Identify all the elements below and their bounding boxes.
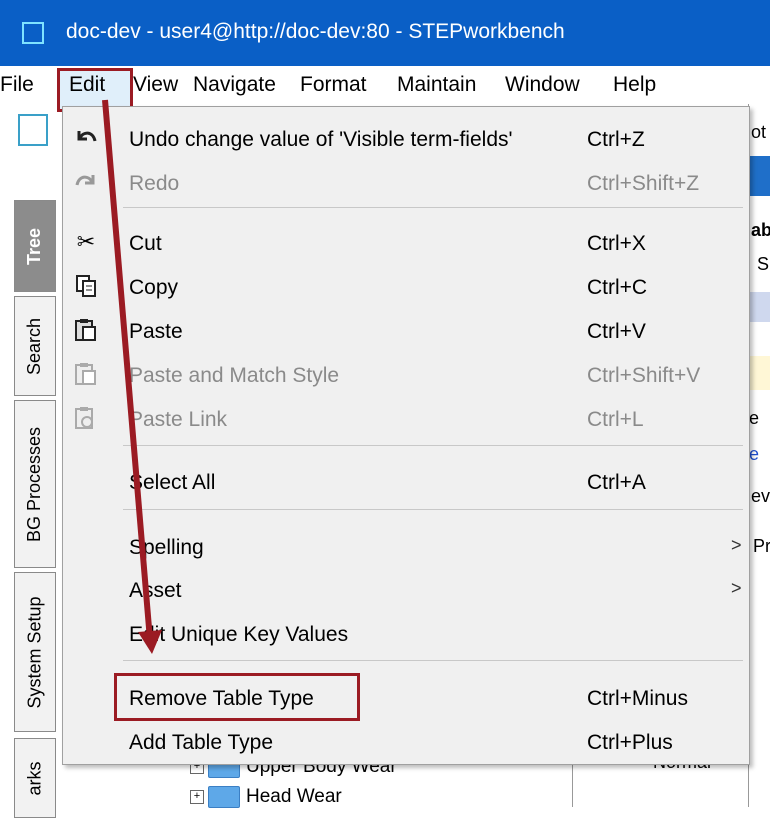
annotation-arrow [102,99,162,654]
menu-edit[interactable]: Edit [69,73,105,97]
